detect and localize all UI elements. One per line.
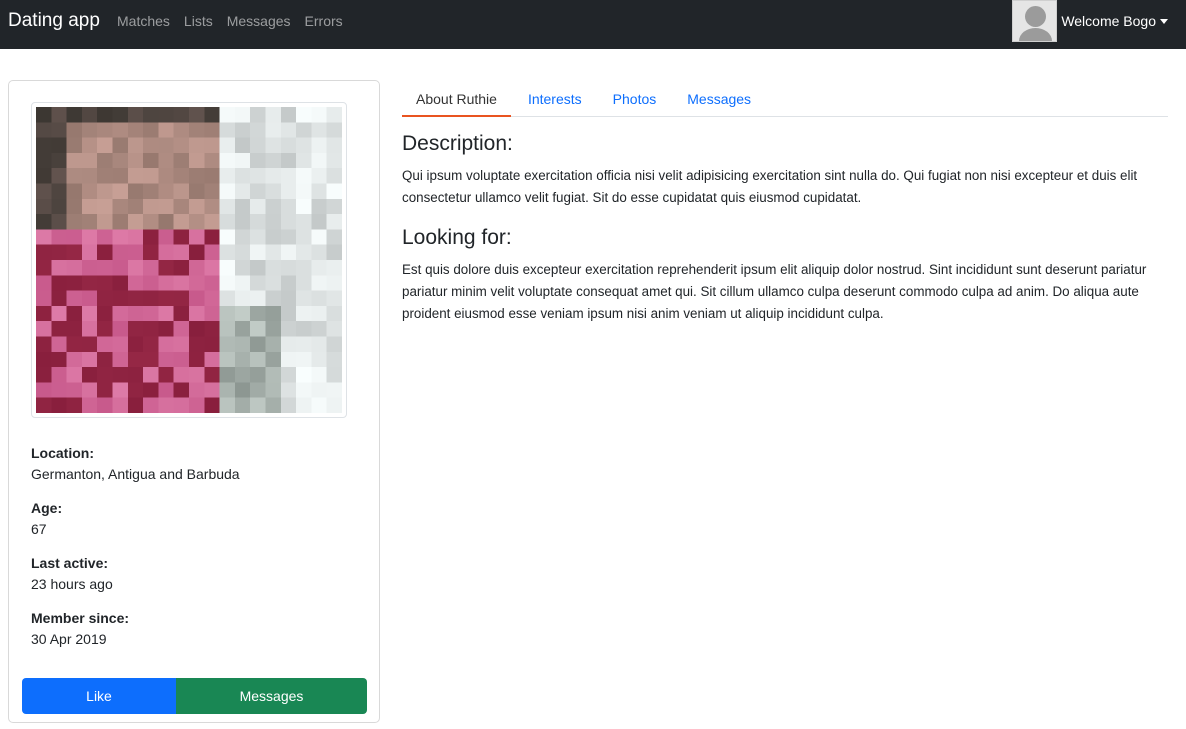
- location-value: Germanton, Antigua and Barbuda: [31, 466, 240, 482]
- member-since-label: Member since:: [31, 610, 130, 626]
- looking-for-heading: Looking for:: [402, 226, 512, 249]
- last-active-label: Last active:: [31, 555, 109, 571]
- last-active-value: 23 hours ago: [31, 576, 113, 592]
- profile-actions: Like Messages: [22, 678, 367, 714]
- messages-button[interactable]: Messages: [176, 678, 367, 714]
- age-value: 67: [31, 521, 47, 537]
- profile-photo-frame: [31, 102, 347, 418]
- tab-interests[interactable]: Interests: [514, 80, 596, 117]
- tab-about[interactable]: About Ruthie: [402, 80, 511, 117]
- location-label: Location:: [31, 445, 94, 461]
- nav-link-lists[interactable]: Lists: [177, 13, 220, 29]
- welcome-text: Welcome Bogo: [1061, 13, 1156, 29]
- caret-down-icon: [1160, 18, 1168, 24]
- profile-photo: [36, 107, 342, 413]
- nav-links: Matches Lists Messages Errors: [110, 13, 350, 29]
- age-label: Age:: [31, 500, 63, 516]
- user-menu: Welcome Bogo: [1012, 0, 1168, 42]
- profile-info: Location: Germanton, Antigua and Barbuda…: [31, 443, 240, 650]
- tab-messages[interactable]: Messages: [673, 80, 765, 117]
- user-avatar-icon: [1012, 0, 1058, 42]
- brand-link[interactable]: Dating app: [8, 10, 100, 32]
- member-since-value: 30 Apr 2019: [31, 631, 107, 647]
- profile-card: Location: Germanton, Antigua and Barbuda…: [8, 80, 380, 723]
- tab-photos[interactable]: Photos: [599, 80, 671, 117]
- user-dropdown-toggle[interactable]: Welcome Bogo: [1061, 13, 1168, 29]
- nav-link-messages[interactable]: Messages: [220, 13, 298, 29]
- profile-tabs: About Ruthie Interests Photos Messages: [402, 80, 1168, 117]
- description-heading: Description:: [402, 132, 513, 155]
- top-navbar: Dating app Matches Lists Messages Errors…: [0, 0, 1186, 49]
- about-content: Description: Qui ipsum voluptate exercit…: [402, 131, 1170, 341]
- description-text: Qui ipsum voluptate exercitation officia…: [402, 168, 1138, 205]
- like-button[interactable]: Like: [22, 678, 176, 714]
- nav-link-matches[interactable]: Matches: [110, 13, 177, 29]
- nav-link-errors[interactable]: Errors: [298, 13, 350, 29]
- looking-for-text: Est quis dolore duis excepteur exercitat…: [402, 262, 1147, 321]
